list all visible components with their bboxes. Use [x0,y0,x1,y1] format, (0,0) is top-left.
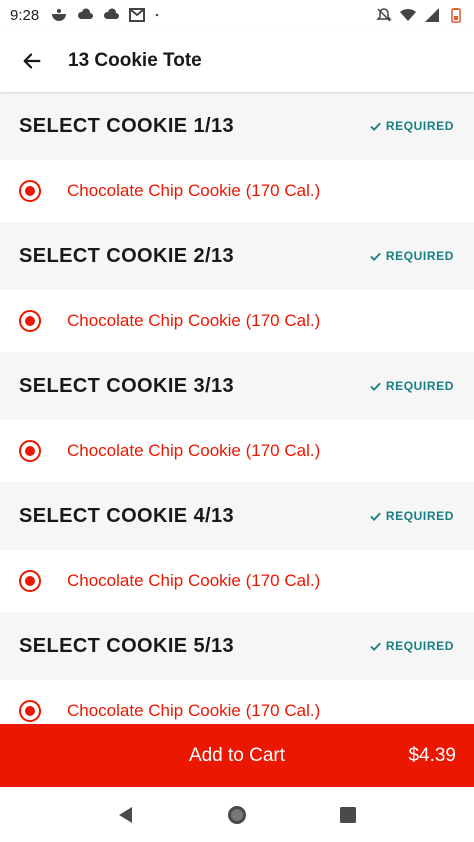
system-nav-bar [0,787,474,842]
required-badge: REQUIRED [370,509,454,523]
option-row[interactable]: Chocolate Chip Cookie (170 Cal.) [0,550,474,612]
section-header: SELECT COOKIE 3/13 REQUIRED [0,352,474,420]
radio-button-selected[interactable] [19,700,41,722]
section-title: SELECT COOKIE 5/13 [19,634,235,657]
option-label: Chocolate Chip Cookie (170 Cal.) [67,701,321,720]
nav-home-button[interactable] [217,795,257,835]
add-to-cart-button[interactable]: Add to Cart $4.39 [0,724,474,787]
arrow-left-icon [23,53,41,69]
nav-back-button[interactable] [106,795,146,835]
option-label: Chocolate Chip Cookie (170 Cal.) [67,441,321,460]
add-to-cart-label: Add to Cart [188,744,286,766]
section-title: SELECT COOKIE 4/13 [19,504,235,527]
cloud-icon [104,8,120,19]
option-label: Chocolate Chip Cookie (170 Cal.) [67,311,321,330]
cookie-section-1: SELECT COOKIE 1/13 REQUIRED Chocolate Ch… [0,92,474,222]
option-label: Chocolate Chip Cookie (170 Cal.) [67,571,321,590]
cookie-section-5: SELECT COOKIE 5/13 REQUIRED Chocolate Ch… [0,612,474,724]
radio-button-selected[interactable] [19,180,41,202]
required-badge: REQUIRED [370,249,454,263]
required-label: REQUIRED [385,249,454,263]
circle-home-icon [227,805,246,824]
option-row[interactable]: Chocolate Chip Cookie (170 Cal.) [0,160,474,222]
required-badge: REQUIRED [370,639,454,653]
options-list[interactable]: SELECT COOKIE 1/13 REQUIRED Chocolate Ch… [0,92,474,724]
signal-icon [425,8,439,22]
back-button[interactable] [0,30,64,92]
check-icon [370,382,381,391]
cookie-section-3: SELECT COOKIE 3/13 REQUIRED Chocolate Ch… [0,352,474,482]
notification-icons [51,8,163,22]
radio-dot [25,446,35,456]
radio-dot [25,706,35,716]
cart-price: $4.39 [408,744,456,766]
radio-dot [25,186,35,196]
cloud-icon [78,8,94,19]
nav-recents-button[interactable] [328,795,368,835]
status-time: 9:28 [10,6,40,24]
check-icon [370,512,381,521]
required-badge: REQUIRED [370,379,454,393]
wifi-icon [400,8,416,21]
option-row[interactable]: Chocolate Chip Cookie (170 Cal.) [0,680,474,724]
section-header: SELECT COOKIE 1/13 REQUIRED [0,92,474,160]
status-bar: 9:28 [0,0,474,30]
radio-dot [25,316,35,326]
required-label: REQUIRED [385,379,454,393]
cookie-section-2: SELECT COOKIE 2/13 REQUIRED Chocolate Ch… [0,222,474,352]
option-label: Chocolate Chip Cookie (170 Cal.) [67,181,321,200]
section-header: SELECT COOKIE 5/13 REQUIRED [0,612,474,680]
bowl-icon [52,9,67,21]
check-icon [370,642,381,651]
required-badge: REQUIRED [370,119,454,133]
battery-icon [451,8,461,23]
section-title: SELECT COOKIE 2/13 [19,244,235,267]
required-label: REQUIRED [385,119,454,133]
radio-button-selected[interactable] [19,440,41,462]
gmail-icon [129,8,146,22]
option-row[interactable]: Chocolate Chip Cookie (170 Cal.) [0,420,474,482]
required-label: REQUIRED [385,639,454,653]
check-icon [370,122,381,131]
app-header: 13 Cookie Tote [0,30,474,92]
triangle-back-icon [118,806,132,823]
radio-dot [25,576,35,586]
page-title: 13 Cookie Tote [68,50,202,71]
cookie-section-4: SELECT COOKIE 4/13 REQUIRED Chocolate Ch… [0,482,474,612]
mute-icon [376,8,392,22]
radio-button-selected[interactable] [19,570,41,592]
option-row[interactable]: Chocolate Chip Cookie (170 Cal.) [0,290,474,352]
dot-icon [155,13,159,17]
check-icon [370,252,381,261]
section-title: SELECT COOKIE 3/13 [19,374,235,397]
section-title: SELECT COOKIE 1/13 [19,114,235,137]
required-label: REQUIRED [385,509,454,523]
section-header: SELECT COOKIE 4/13 REQUIRED [0,482,474,550]
section-header: SELECT COOKIE 2/13 REQUIRED [0,222,474,290]
square-recents-icon [340,806,357,823]
system-icons [376,7,464,23]
radio-button-selected[interactable] [19,310,41,332]
